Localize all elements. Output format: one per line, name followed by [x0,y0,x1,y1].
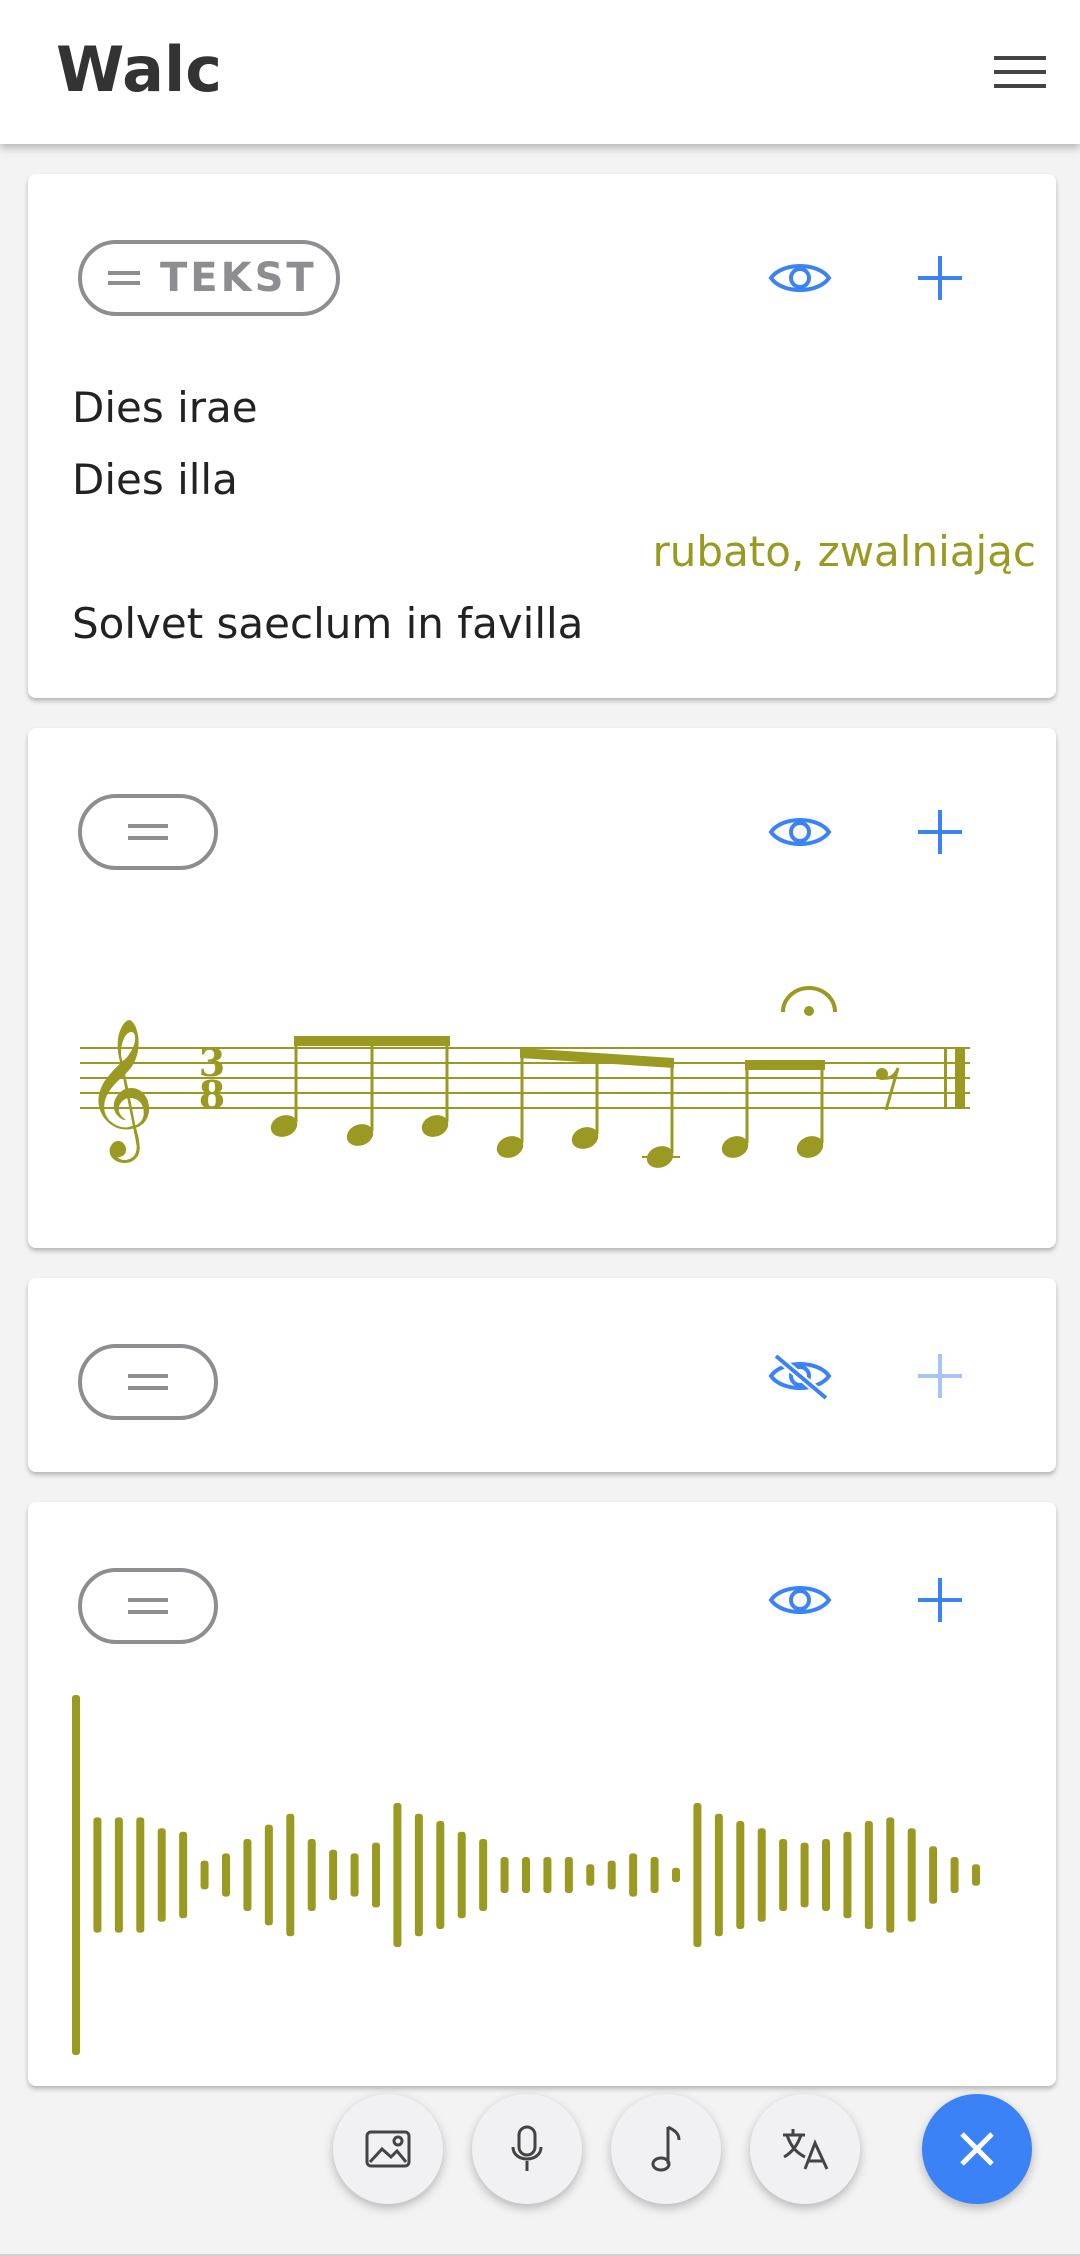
waveform-bar [393,1803,402,1947]
waveform-bar [179,1831,188,1919]
waveform-bar [457,1831,466,1919]
fermata-icon [781,986,837,1016]
lyric-line: Dies irae [72,383,258,432]
waveform-bar [286,1813,295,1937]
plus-icon [918,1578,962,1622]
waveform-bar [243,1839,252,1911]
waveform-bar [800,1842,809,1908]
waveform-bar [264,1824,273,1926]
drag-handle[interactable] [78,1344,218,1420]
visibility-toggle-button[interactable] [760,792,840,872]
eye-icon [768,818,832,846]
waveform-bar [757,1828,766,1922]
close-icon [960,2132,994,2166]
lyric-line: Solvet saeclum in favilla [72,599,584,648]
treble-clef-icon: 𝄞 [84,1018,155,1163]
visibility-toggle-button[interactable] [760,1560,840,1640]
waveform-bar [436,1821,445,1929]
lyric-line: Dies illa [72,455,238,504]
add-below-button[interactable] [900,792,980,872]
plus-icon [918,1354,962,1398]
visibility-toggle-button[interactable] [760,1336,840,1416]
hidden-card [28,1278,1056,1472]
waveform-bar [672,1867,680,1883]
beam-group [496,1048,680,1168]
drag-handle[interactable] [78,1568,218,1644]
barline [944,1048,947,1108]
waveform-bar [607,1860,616,1890]
beam-group [721,1060,825,1158]
music-score: 𝄞 3 8 [80,986,970,1168]
menu-button[interactable] [988,40,1052,104]
plus-icon [918,810,962,854]
waveform-bar [522,1857,530,1893]
waveform-bar [500,1857,509,1893]
waveform-bar [414,1813,423,1937]
waveform-bar [779,1839,788,1911]
menu-icon [994,56,1046,88]
add-below-button [900,1336,980,1416]
add-below-button[interactable] [900,238,980,318]
waveform-bar [586,1864,595,1886]
music-note-icon [651,2125,681,2172]
add-image-button[interactable] [333,2094,443,2204]
waveform-bar [907,1828,916,1922]
eye-off-icon [768,1352,832,1400]
waveform-bar [886,1817,895,1933]
waveform-bar [136,1817,145,1933]
add-below-button[interactable] [900,1560,980,1640]
waveform-bar [736,1821,745,1929]
app-header: Walc [0,0,1080,144]
waveform-bar [950,1857,959,1893]
microphone-icon [511,2125,543,2171]
waveform-bar [372,1842,380,1908]
time-signature-bottom: 8 [199,1072,225,1117]
eye-icon [768,1586,832,1614]
waveform-bar [864,1821,873,1929]
waveform-bar [972,1864,980,1886]
drag-handle[interactable]: TEKST [78,240,340,316]
waveform-bar [843,1831,852,1919]
image-icon [365,2130,411,2168]
translate-icon [783,2129,829,2170]
page-title: Walc [56,33,223,106]
plus-icon [918,256,962,300]
text-card: TEKST Dies irae Dies illa rubato, zwalni… [28,174,1056,698]
waveform-bar [929,1846,938,1904]
waveform-bar [157,1828,166,1922]
waveform-bar [822,1839,830,1911]
drag-handle-icon [128,1374,168,1390]
text-content: Dies irae Dies illa rubato, zwalniając S… [72,372,1036,660]
close-button[interactable] [922,2094,1032,2204]
drag-handle-icon [128,824,168,840]
waveform-bar [307,1839,316,1911]
waveform-bar [479,1839,488,1911]
waveform-bar [350,1853,359,1897]
playback-cursor [72,1695,80,2055]
waveform-bar [714,1813,723,1937]
waveform-bar [564,1857,573,1893]
waveform-bar [200,1860,209,1890]
waveform-bar [114,1817,123,1933]
waveform-bar [93,1817,102,1933]
eye-icon [768,264,832,292]
drag-handle[interactable] [78,794,218,870]
drag-handle-icon [108,271,140,285]
add-audio-button[interactable] [472,2094,582,2204]
audio-waveform[interactable] [64,1690,1004,2060]
visibility-toggle-button[interactable] [760,238,840,318]
performance-direction: rubato, zwalniając [652,527,1036,576]
waveform-bar [650,1857,659,1893]
drag-handle-icon [128,1598,168,1614]
waveform-bar [329,1849,338,1901]
waveform-bar [629,1853,638,1897]
waveform-bar [222,1853,230,1897]
waveform-bar [693,1803,702,1947]
final-barline [955,1048,965,1108]
add-text-button[interactable] [750,2094,860,2204]
eighth-rest-icon [876,1067,900,1111]
add-score-button[interactable] [611,2094,721,2204]
waveform-bar [543,1857,552,1893]
card-type-label: TEKST [160,255,317,301]
